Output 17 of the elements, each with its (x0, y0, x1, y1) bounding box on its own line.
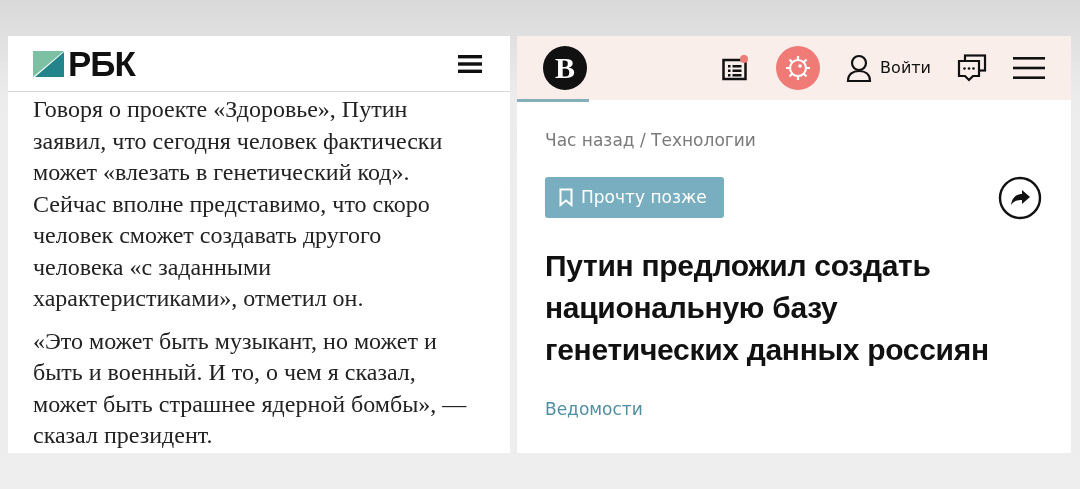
virus-icon[interactable] (776, 46, 821, 90)
source-link[interactable]: Ведомости (545, 396, 1043, 422)
menu-icon[interactable] (458, 54, 482, 73)
share-icon[interactable] (998, 175, 1042, 220)
article-headline: Путин предложил создать национальную базу генетических данных россиян (545, 247, 990, 368)
site-logo[interactable]: РБК (68, 46, 135, 81)
user-icon[interactable] (846, 54, 873, 82)
logo-icon (33, 50, 64, 77)
bookmark-icon (559, 188, 573, 207)
article-paragraph: Говоря о проекте «Здоровье», Путин заявил, что сегодня человек фактически может «влезать в генетический код». Сейчас вполне представимо, что скоро человек сможет создавать другого человека «с заданными характеристиками», отметил он. (33, 95, 444, 313)
login-link[interactable]: Войти (880, 56, 931, 80)
site-logo[interactable]: В (543, 46, 587, 90)
menu-icon[interactable] (1013, 57, 1045, 79)
article-paragraph: «Это может быть музыкант, но может и быть и военный. И то, о чем я сказал, может быть страшнее ядерной бомбы», — сказал президент. (33, 326, 468, 450)
news-list-icon[interactable] (722, 55, 751, 81)
article-meta: Час назад / Технологии (545, 129, 757, 152)
chat-icon[interactable] (957, 54, 987, 82)
